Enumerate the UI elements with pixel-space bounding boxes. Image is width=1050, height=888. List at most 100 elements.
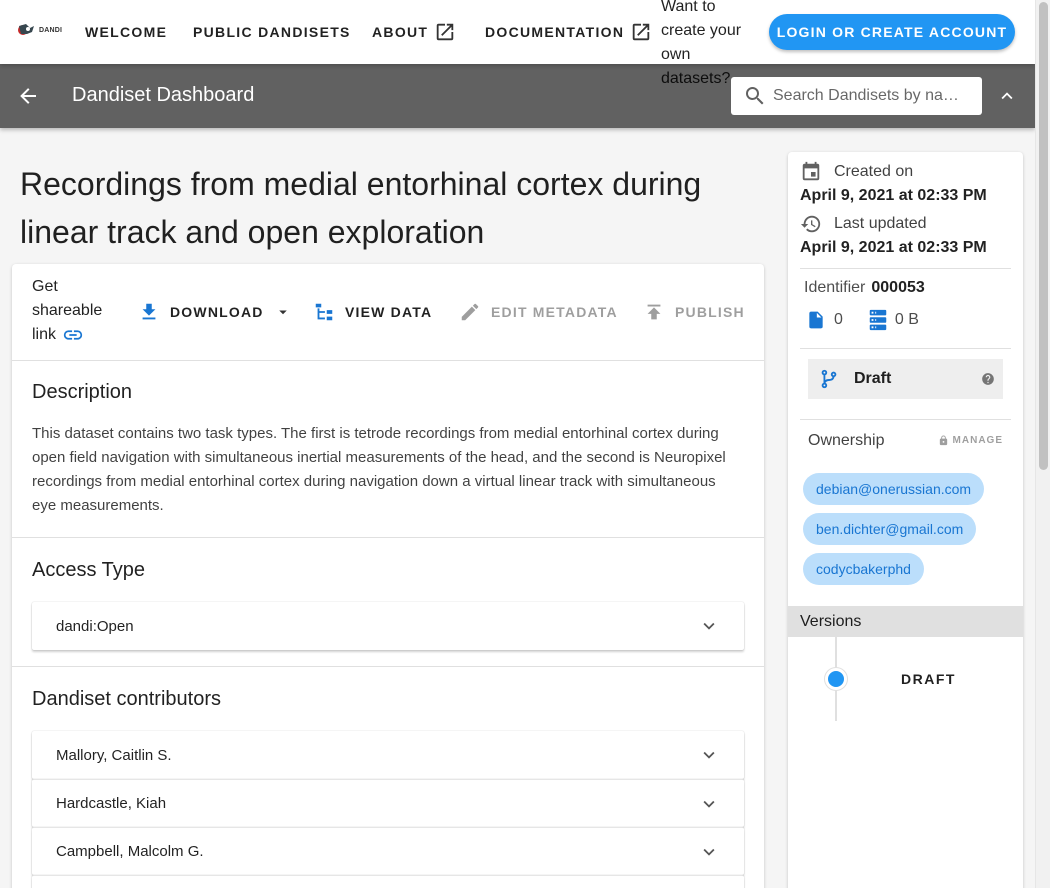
file-tree-icon [315, 303, 333, 321]
publish-button[interactable]: PUBLISH [643, 301, 745, 323]
scrollbar-thumb[interactable] [1039, 2, 1048, 470]
help-icon[interactable] [981, 372, 995, 386]
view-data-label: VIEW DATA [345, 304, 433, 320]
divider [800, 348, 1011, 349]
lock-icon [939, 435, 947, 446]
share-text-1: Get [32, 278, 58, 295]
contributor-name: Campbell, Malcolm G. [56, 843, 204, 860]
edit-metadata-label: EDIT METADATA [491, 304, 618, 320]
external-link-icon [437, 23, 454, 41]
access-type-heading: Access Type [32, 559, 146, 581]
search-field[interactable] [731, 77, 982, 115]
download-label: DOWNLOAD [170, 304, 264, 320]
caret-down-icon [278, 310, 287, 315]
link-icon [63, 330, 83, 340]
versions-heading: Versions [788, 606, 1023, 637]
view-data-button[interactable]: VIEW DATA [313, 301, 432, 323]
file-icon [809, 311, 823, 329]
file-count: 0 [834, 311, 843, 328]
contributor-panel[interactable]: Mallory, Caitlin S. [32, 731, 744, 779]
total-size: 0 B [894, 311, 919, 328]
manage-button[interactable]: MANAGE [938, 435, 1003, 446]
access-type-value: dandi:Open [56, 617, 134, 635]
last-updated-label: Last updated [834, 215, 927, 232]
share-text-3: link [32, 326, 57, 343]
dashboard-title: Dandiset Dashboard [72, 84, 255, 106]
created-on-value: April 9, 2021 at 02:33 PM [800, 187, 987, 204]
nav-about[interactable]: ABOUT [372, 0, 456, 64]
description-heading: Description [32, 381, 133, 403]
contributor-panel[interactable] [32, 875, 744, 888]
logo-text: DANDI [39, 26, 63, 34]
page-scrollbar[interactable] [1035, 0, 1050, 888]
external-link-icon [633, 23, 650, 41]
source-branch-icon [821, 369, 837, 389]
publish-icon [647, 304, 661, 320]
edit-metadata-button[interactable]: EDIT METADATA [459, 301, 618, 323]
login-button[interactable]: LOGIN OR CREATE ACCOUNT [769, 14, 1015, 50]
version-item[interactable]: DRAFT [901, 671, 956, 687]
chevron-down-icon [703, 800, 715, 808]
version-status: Draft [808, 359, 1003, 399]
dandiset-info-card: Created on April 9, 2021 at 02:33 PM Las… [788, 152, 1023, 888]
top-navigation: DANDI WELCOME PUBLIC DANDISETS ABOUT DOC… [0, 0, 1035, 87]
collapse-button[interactable] [996, 85, 1018, 107]
download-icon [142, 303, 156, 320]
dandiset-toolbar: Get shareable link DOWNLOAD VIEW DATA ED… [12, 264, 764, 361]
created-on-label: Created on [834, 163, 914, 180]
search-input[interactable] [773, 87, 958, 105]
description-section: Description This dataset contains two ta… [12, 361, 764, 538]
contributors-heading: Dandiset contributors [32, 688, 221, 710]
nav-docs-label: DOCUMENTATION [485, 24, 625, 40]
last-updated-value: April 9, 2021 at 02:33 PM [800, 239, 987, 256]
contributors-list: Mallory, Caitlin S. Hardcastle, Kiah Cam… [32, 731, 744, 888]
chevron-down-icon [703, 848, 715, 856]
owner-chip[interactable]: debian@onerussian.com [803, 473, 985, 505]
history-icon [800, 215, 821, 233]
chevron-up-icon [1001, 92, 1013, 100]
contributor-name: Mallory, Caitlin S. [56, 746, 172, 764]
status-label: Draft [854, 370, 892, 387]
database-icon [869, 309, 887, 331]
share-text-2: shareable [32, 302, 103, 319]
pencil-icon [461, 303, 479, 321]
nav-public-dandisets[interactable]: PUBLIC DANDISETS [193, 0, 351, 64]
nav-about-label: ABOUT [372, 24, 429, 40]
identifier-row: Identifier 000053 [804, 279, 925, 297]
created-on-row: Created on [800, 161, 913, 183]
contributor-name: Hardcastle, Kiah [56, 795, 167, 812]
dandi-logo-icon [18, 24, 34, 35]
publish-label: PUBLISH [675, 304, 745, 320]
version-timeline-dot [825, 668, 847, 690]
nav-welcome[interactable]: WELCOME [85, 0, 167, 64]
divider [800, 419, 1011, 420]
chevron-down-icon [703, 751, 715, 759]
create-datasets-note: Want to create your own datasets? [661, 0, 742, 87]
contributor-panel[interactable]: Hardcastle, Kiah [32, 779, 744, 827]
dashboard-app-bar: Dandiset Dashboard [0, 64, 1035, 128]
access-type-panel[interactable]: dandi:Open [32, 602, 744, 650]
contributors-section: Dandiset contributors Mallory, Caitlin S… [12, 667, 764, 888]
dandiset-main-card: Get shareable link DOWNLOAD VIEW DATA ED… [12, 264, 764, 888]
description-text: This dataset contains two task types. Th… [32, 425, 726, 514]
nav-documentation[interactable]: DOCUMENTATION [485, 0, 652, 64]
nav-public-label: PUBLIC DANDISETS [193, 24, 351, 40]
contributor-panel[interactable]: Campbell, Malcolm G. [32, 827, 744, 875]
last-updated-row: Last updated [800, 213, 927, 235]
arrow-left-icon [20, 88, 36, 104]
dandiset-title: Recordings from medial entorhinal cortex… [20, 166, 702, 250]
nav-welcome-label: WELCOME [85, 24, 168, 40]
calendar-icon [802, 161, 820, 181]
back-button[interactable] [16, 84, 40, 108]
owner-chip[interactable]: codycbakerphd [803, 553, 924, 585]
access-type-section: Access Type dandi:Open [12, 538, 764, 667]
ownership-label: Ownership [808, 432, 885, 449]
divider [800, 268, 1011, 269]
share-link-button[interactable]: Get shareable link [32, 275, 112, 347]
download-button[interactable]: DOWNLOAD [138, 301, 292, 323]
dandi-logo[interactable]: DANDI [16, 22, 62, 38]
chevron-down-icon [703, 622, 715, 630]
identifier-label: Identifier [804, 279, 866, 296]
owner-chip[interactable]: ben.dichter@gmail.com [803, 513, 977, 545]
stats-row: 0 0 B [806, 309, 919, 331]
